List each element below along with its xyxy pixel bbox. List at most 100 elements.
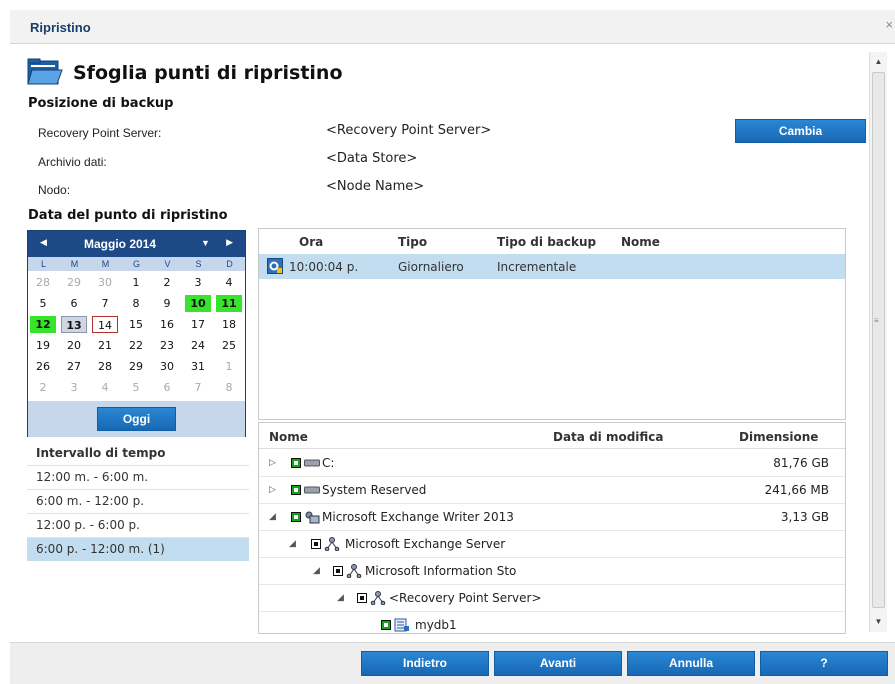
drive-icon [304, 459, 320, 467]
recovery-point-row[interactable]: 10:00:04 p. Giornaliero Incrementale [259, 254, 845, 279]
help-button[interactable]: ? [760, 651, 888, 676]
calendar-day[interactable]: 8 [123, 295, 149, 312]
next-button[interactable]: Avanti [494, 651, 622, 676]
expand-arrow-icon[interactable]: ▷ [269, 457, 276, 468]
calendar-day[interactable]: 20 [61, 337, 87, 354]
vertical-scrollbar[interactable]: ▲ ≡ ▼ [869, 52, 887, 632]
checkbox-partial-icon[interactable] [333, 566, 343, 576]
calendar-month-label[interactable]: Maggio 2014 [84, 237, 156, 251]
calendar-day[interactable]: 4 [92, 379, 118, 396]
tree-row[interactable]: ◢ Microsoft Exchange Server [259, 531, 845, 558]
checkbox-partial-icon[interactable] [291, 512, 301, 522]
calendar-day[interactable]: 27 [61, 358, 87, 375]
calendar-day-with-backup[interactable]: 11 [216, 295, 242, 312]
tree-item-label: <Recovery Point Server> [389, 591, 542, 605]
calendar-day-with-backup[interactable]: 10 [185, 295, 211, 312]
collapse-arrow-icon[interactable]: ◢ [289, 538, 296, 549]
column-header-modified-date[interactable]: Data di modifica [553, 430, 664, 444]
calendar-day[interactable]: 18 [216, 316, 242, 333]
calendar-day[interactable]: 7 [92, 295, 118, 312]
calendar-day[interactable]: 19 [30, 337, 56, 354]
collapse-arrow-icon[interactable]: ◢ [313, 565, 320, 576]
calendar-day[interactable]: 30 [92, 274, 118, 291]
close-icon[interactable]: × [885, 17, 893, 32]
calendar-day[interactable]: 5 [30, 295, 56, 312]
folder-open-icon [27, 58, 63, 85]
time-interval-item[interactable]: 6:00 m. - 12:00 p. [27, 489, 249, 513]
calendar-day[interactable]: 17 [185, 316, 211, 333]
recovery-point-time: 10:00:04 p. [289, 260, 359, 274]
file-tree-header: Nome Data di modifica Dimensione [259, 423, 845, 449]
scrollbar-grip-icon: ≡ [874, 316, 879, 325]
calendar-day[interactable]: 9 [154, 295, 180, 312]
calendar-day[interactable]: 6 [154, 379, 180, 396]
weekday-label: M [101, 259, 110, 269]
calendar-day[interactable]: 30 [154, 358, 180, 375]
tree-row[interactable]: ◢ Microsoft Information Sto [259, 558, 845, 585]
calendar-day[interactable]: 29 [123, 358, 149, 375]
calendar-day[interactable]: 22 [123, 337, 149, 354]
calendar-day[interactable]: 3 [185, 274, 211, 291]
calendar-day[interactable]: 1 [123, 274, 149, 291]
time-interval-item[interactable]: 12:00 p. - 6:00 p. [27, 513, 249, 537]
calendar-day-with-backup[interactable]: 12 [30, 316, 56, 333]
column-header-size[interactable]: Dimensione [739, 430, 818, 444]
tree-item-label: System Reserved [322, 483, 427, 497]
file-tree: Nome Data di modifica Dimensione ▷ C: 81… [258, 422, 846, 634]
scrollbar-thumb[interactable] [872, 72, 885, 608]
calendar-day[interactable]: 4 [216, 274, 242, 291]
column-header-name[interactable]: Nome [269, 430, 308, 444]
calendar-day[interactable]: 26 [30, 358, 56, 375]
calendar-day[interactable]: 29 [61, 274, 87, 291]
tree-row[interactable]: ▷ C: 81,76 GB [259, 450, 845, 477]
cancel-button[interactable]: Annulla [627, 651, 755, 676]
tree-item-label: Microsoft Exchange Writer 2013 [322, 510, 514, 524]
calendar-day[interactable]: 1 [216, 358, 242, 375]
scroll-up-arrow-icon[interactable]: ▲ [870, 54, 887, 70]
calendar-day[interactable]: 8 [216, 379, 242, 396]
calendar-day[interactable]: 31 [185, 358, 211, 375]
calendar-day[interactable]: 3 [61, 379, 87, 396]
calendar-day[interactable]: 7 [185, 379, 211, 396]
today-button[interactable]: Oggi [97, 407, 176, 431]
calendar-day[interactable]: 25 [216, 337, 242, 354]
checkbox-partial-icon[interactable] [381, 620, 391, 630]
calendar-day[interactable]: 28 [30, 274, 56, 291]
tree-row[interactable]: ◢ <Recovery Point Server> [259, 585, 845, 612]
change-button[interactable]: Cambia [735, 119, 866, 143]
calendar-day-selected[interactable]: 13 [61, 316, 87, 333]
tree-row[interactable]: ▷ System Reserved 241,66 MB [259, 477, 845, 504]
calendar-day[interactable]: 23 [154, 337, 180, 354]
column-header-backup-type[interactable]: Tipo di backup [497, 235, 596, 249]
calendar-day[interactable]: 5 [123, 379, 149, 396]
column-header-time[interactable]: Ora [299, 235, 323, 249]
scroll-down-arrow-icon[interactable]: ▼ [870, 614, 887, 630]
column-header-type[interactable]: Tipo [398, 235, 427, 249]
checkbox-partial-icon[interactable] [311, 539, 321, 549]
time-interval-item[interactable]: 12:00 m. - 6:00 m. [27, 465, 249, 489]
checkbox-partial-icon[interactable] [357, 593, 367, 603]
next-month-icon[interactable]: ▶ [226, 237, 233, 248]
time-interval-item-selected[interactable]: 6:00 p. - 12:00 m. (1) [27, 537, 249, 561]
calendar-day[interactable]: 28 [92, 358, 118, 375]
calendar-day[interactable]: 2 [30, 379, 56, 396]
checkbox-partial-icon[interactable] [291, 485, 301, 495]
calendar-day[interactable]: 24 [185, 337, 211, 354]
previous-month-icon[interactable]: ◀ [40, 237, 47, 248]
month-dropdown-icon[interactable]: ▼ [201, 238, 210, 248]
calendar-day[interactable]: 2 [154, 274, 180, 291]
exchange-server-icon [324, 537, 340, 551]
calendar-day[interactable]: 21 [92, 337, 118, 354]
collapse-arrow-icon[interactable]: ◢ [337, 592, 344, 603]
tree-row[interactable]: mydb1 [259, 612, 845, 633]
calendar-day-today[interactable]: 14 [92, 316, 118, 333]
calendar-day[interactable]: 16 [154, 316, 180, 333]
calendar-day[interactable]: 15 [123, 316, 149, 333]
back-button[interactable]: Indietro [361, 651, 489, 676]
checkbox-partial-icon[interactable] [291, 458, 301, 468]
calendar-day[interactable]: 6 [61, 295, 87, 312]
collapse-arrow-icon[interactable]: ◢ [269, 511, 276, 522]
column-header-name[interactable]: Nome [621, 235, 660, 249]
expand-arrow-icon[interactable]: ▷ [269, 484, 276, 495]
tree-row[interactable]: ◢ Microsoft Exchange Writer 2013 3,13 GB [259, 504, 845, 531]
